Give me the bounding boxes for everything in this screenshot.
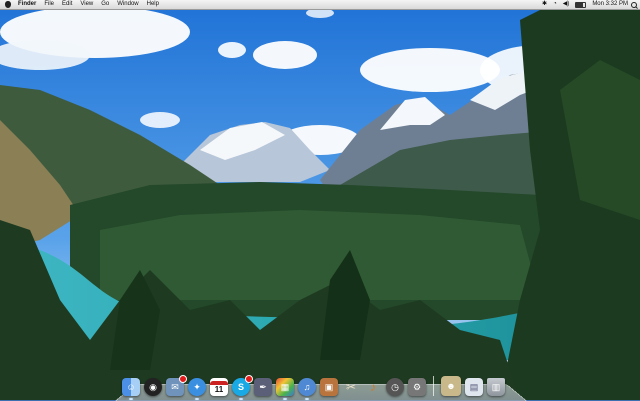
iphoto-icon[interactable]: ▣ bbox=[320, 378, 338, 396]
user-folder-icon[interactable]: ☻ bbox=[441, 376, 461, 396]
menu-app-name[interactable]: Finder bbox=[15, 0, 40, 9]
bluetooth-icon[interactable]: ✱ bbox=[539, 0, 550, 9]
calendar-day: 11 bbox=[214, 384, 224, 394]
spotlight-icon[interactable] bbox=[631, 1, 637, 8]
mail-badge bbox=[179, 375, 187, 383]
guitar-icon[interactable]: ♪ bbox=[364, 378, 382, 396]
apple-icon[interactable] bbox=[5, 0, 12, 8]
photos-icon[interactable]: ▦ bbox=[276, 378, 294, 400]
preview-icon[interactable]: ✂ bbox=[342, 378, 360, 396]
battery-status[interactable] bbox=[572, 1, 589, 8]
mail-icon[interactable]: ✉ bbox=[166, 375, 187, 396]
menu-clock[interactable]: Mon 3:32 PM bbox=[589, 0, 631, 9]
menu-go[interactable]: Go bbox=[97, 0, 113, 9]
skype-badge bbox=[245, 375, 253, 383]
desktop-wallpaper bbox=[0, 0, 640, 400]
itunes-icon[interactable]: ♫ bbox=[298, 378, 316, 400]
menu-view[interactable]: View bbox=[76, 0, 97, 9]
wifi-icon[interactable]: ◔ bbox=[550, 0, 560, 9]
volume-icon[interactable]: ◀) bbox=[560, 0, 573, 9]
skype-icon[interactable]: S bbox=[232, 375, 253, 400]
menu-edit[interactable]: Edit bbox=[58, 0, 76, 9]
downloads-icon[interactable]: ▤ bbox=[465, 378, 483, 396]
menu-window[interactable]: Window bbox=[113, 0, 142, 9]
app-store-icon[interactable]: ✒ bbox=[254, 378, 272, 396]
calendar-icon[interactable]: 11 bbox=[210, 378, 228, 396]
safari-icon[interactable]: ✦ bbox=[188, 378, 206, 400]
menu-help[interactable]: Help bbox=[143, 0, 163, 9]
time-machine-icon[interactable]: ◷ bbox=[386, 378, 404, 396]
dock-separator bbox=[433, 376, 434, 396]
menu-file[interactable]: File bbox=[40, 0, 58, 9]
system-preferences-icon[interactable]: ⚙ bbox=[408, 378, 426, 396]
battery-icon bbox=[575, 1, 587, 8]
dock: ☺ ◉ ✉ ✦ 11 S ✒ ▦ ♫ ▣ ✂ ♪ ◷ ⚙ ☻ ▤ ▥ bbox=[120, 370, 522, 400]
finder-icon[interactable]: ☺ bbox=[122, 378, 140, 400]
menu-bar: Finder File Edit View Go Window Help ✱ ◔… bbox=[0, 0, 640, 10]
dashboard-icon[interactable]: ◉ bbox=[144, 378, 162, 396]
trash-icon[interactable]: ▥ bbox=[487, 378, 505, 396]
